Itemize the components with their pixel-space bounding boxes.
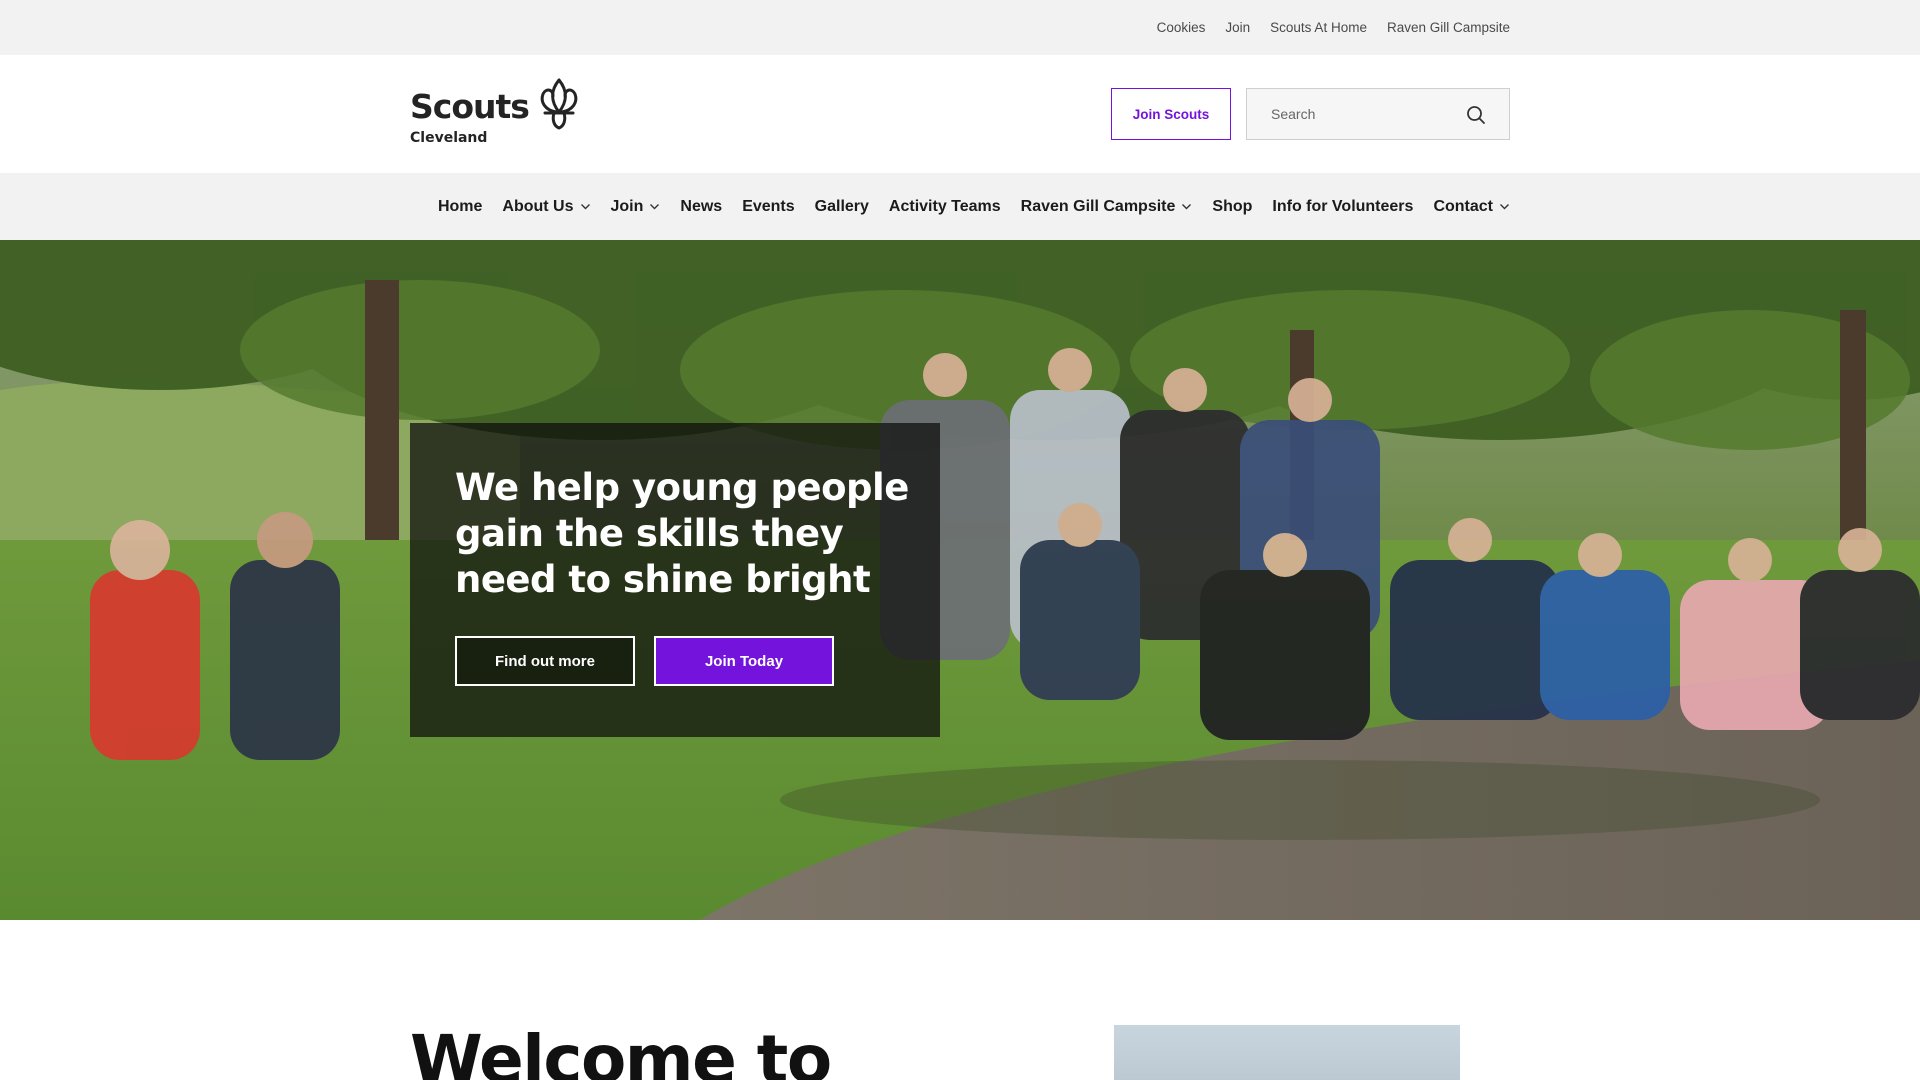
nav-item-home[interactable]: Home: [438, 198, 482, 216]
chevron-down-icon: [1500, 204, 1509, 210]
nav-item-shop[interactable]: Shop: [1212, 198, 1252, 216]
hero-overlay: We help young people gain the skills the…: [410, 423, 940, 737]
nav-label: Shop: [1212, 197, 1253, 215]
welcome-image: [1114, 1025, 1460, 1080]
chevron-down-icon: [580, 204, 590, 210]
main-nav: Home About Us Join News Events Gallery A…: [0, 173, 1920, 240]
utility-nav: Cookies Join Scouts At Home Raven Gill C…: [1157, 0, 1510, 55]
nav-item-news[interactable]: News: [680, 198, 722, 216]
utility-link-join[interactable]: Join: [1225, 20, 1250, 35]
nav-item-activity-teams[interactable]: Activity Teams: [889, 198, 1001, 216]
nav-label: News: [680, 197, 723, 215]
utility-link-scouts-at-home[interactable]: Scouts At Home: [1270, 20, 1367, 35]
nav-label: Raven Gill Campsite: [1020, 197, 1176, 215]
nav-item-contact[interactable]: Contact: [1433, 198, 1510, 216]
hero-photo: [0, 240, 1920, 920]
nav-item-gallery[interactable]: Gallery: [815, 198, 869, 216]
search-input[interactable]: [1247, 89, 1467, 139]
nav-label: Events: [742, 197, 795, 215]
utility-item-raven-gill[interactable]: Raven Gill Campsite: [1387, 19, 1510, 37]
site-header: Scouts Cleveland Join Scouts: [0, 55, 1920, 173]
utility-item-cookies[interactable]: Cookies: [1157, 19, 1206, 37]
nav-label: Activity Teams: [888, 197, 1001, 215]
join-scouts-button[interactable]: Join Scouts: [1111, 88, 1231, 140]
nav-label: Info for Volunteers: [1272, 197, 1414, 215]
nav-item-info-for-volunteers[interactable]: Info for Volunteers: [1272, 198, 1413, 216]
utility-item-scouts-at-home[interactable]: Scouts At Home: [1270, 19, 1367, 37]
welcome-heading: Welcome to: [410, 1021, 832, 1080]
hero-banner: We help young people gain the skills the…: [0, 240, 1920, 920]
chevron-down-icon: [650, 204, 660, 210]
nav-label: Home: [437, 197, 483, 215]
nav-label: Contact: [1433, 197, 1493, 215]
utility-item-join[interactable]: Join: [1225, 19, 1250, 37]
utility-link-raven-gill[interactable]: Raven Gill Campsite: [1387, 20, 1510, 35]
nav-item-join[interactable]: Join: [611, 198, 661, 216]
find-out-more-button[interactable]: Find out more: [455, 636, 635, 686]
nav-label: Gallery: [814, 197, 869, 215]
join-today-button[interactable]: Join Today: [654, 636, 834, 686]
nav-item-raven-gill-campsite[interactable]: Raven Gill Campsite: [1021, 198, 1193, 216]
nav-label: Join: [610, 197, 644, 215]
site-logo[interactable]: Scouts Cleveland: [410, 77, 600, 155]
nav-item-events[interactable]: Events: [742, 198, 794, 216]
nav-label: About Us: [502, 197, 574, 215]
hero-title: We help young people gain the skills the…: [455, 466, 909, 601]
search-icon[interactable]: [1465, 104, 1487, 126]
logo-region: Cleveland: [410, 130, 488, 146]
logo-wordmark: Scouts: [410, 87, 530, 126]
fleur-de-lis-icon: [540, 78, 578, 130]
utility-link-cookies[interactable]: Cookies: [1157, 20, 1206, 35]
chevron-down-icon: [1182, 204, 1192, 210]
search-box: [1246, 88, 1510, 140]
utility-bar: Cookies Join Scouts At Home Raven Gill C…: [0, 0, 1920, 55]
nav-item-about-us[interactable]: About Us: [502, 198, 590, 216]
